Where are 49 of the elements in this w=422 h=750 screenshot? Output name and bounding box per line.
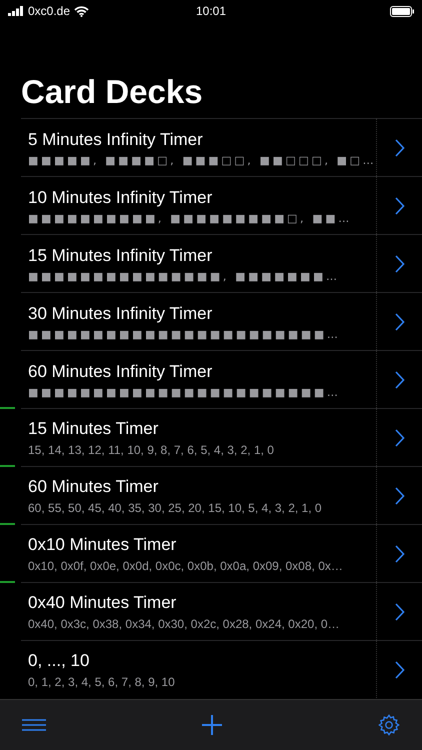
menu-icon[interactable] <box>22 719 46 731</box>
deck-name: 30 Minutes Infinity Timer <box>28 302 214 324</box>
signal-icon <box>8 6 24 16</box>
chevron-icon[interactable] <box>392 658 406 680</box>
deck-row[interactable]: 0, ..., 10 0, 1, 2, 3, 4, 5, 6, 7, 8, 9, 10 <box>21 640 376 698</box>
settings-icon[interactable] <box>378 714 400 736</box>
chevron-icon[interactable] <box>392 426 406 448</box>
chevron-icon[interactable] <box>392 600 406 622</box>
deck-preview: 0x10, 0x0f, 0x0e, 0x0d, 0x0c, 0x0b, 0x0a, 0x09, 0x08, 0x… <box>28 559 344 573</box>
deck-name: 10 Minutes Infinity Timer <box>28 186 214 208</box>
deck-row[interactable]: 15 Minutes Timer 15, 14, 13, 12, 11, 10, 9, 8, 7, 6, 5, 4, 3, 2, 1, 0 <box>21 408 376 466</box>
chevron-icon[interactable] <box>392 368 406 390</box>
deck-preview: ■■■■■■■■■■, ■■■■■■■■■□, ■■… <box>28 212 353 224</box>
chevron-icon[interactable] <box>392 542 406 564</box>
deck-row[interactable]: 0x40 Minutes Timer 0x40, 0x3c, 0x38, 0x34, 0x30, 0x2c, 0x28, 0x24, 0x20, 0… <box>21 582 376 640</box>
deck-preview: ■■■■■■■■■■■■■■■■■■■■■■■… <box>28 386 342 398</box>
deck-name: 0x40 Minutes Timer <box>28 592 178 613</box>
deck-row[interactable]: 60 Minutes Infinity Timer ■■■■■■■■■■■■■■■■■■■■■■■… <box>21 350 376 408</box>
deck-preview: 0, 1, 2, 3, 4, 5, 6, 7, 8, 9, 10 <box>28 675 176 689</box>
chevron-icon[interactable] <box>392 252 406 274</box>
chevron-icon[interactable] <box>392 136 406 158</box>
deck-preview: ■■■■■■■■■■■■■■■■■■■■■■■… <box>28 328 342 340</box>
deck-row[interactable]: 30 Minutes Infinity Timer ■■■■■■■■■■■■■■■■■■■■■■■… <box>21 292 376 350</box>
carrier-name: 0xc0.de <box>28 4 70 18</box>
battery-icon <box>390 6 414 16</box>
deck-row[interactable]: 0x10 Minutes Timer 0x10, 0x0f, 0x0e, 0x0d, 0x0c, 0x0b, 0x0a, 0x09, 0x08, 0x… <box>21 524 376 582</box>
add-icon[interactable] <box>201 714 223 736</box>
deck-name: 15 Minutes Infinity Timer <box>28 244 214 266</box>
deck-row[interactable]: 5 Minutes Infinity Timer ■■■■■, ■■■■□, ■■■□□, ■■□□□, ■□… <box>21 118 376 176</box>
deck-name: 15 Minutes Timer <box>28 418 160 439</box>
deck-preview: ■■■■■, ■■■■□, ■■■□□, ■■□□□, ■□… <box>28 154 376 166</box>
deck-name: 60 Minutes Infinity Timer <box>28 360 214 382</box>
chevron-icon[interactable] <box>392 194 406 216</box>
deck-preview: 0x40, 0x3c, 0x38, 0x34, 0x30, 0x2c, 0x28, 0x24, 0x20, 0… <box>28 617 341 631</box>
page-title: Card Decks <box>21 72 204 112</box>
deck-row[interactable]: 10 Minutes Infinity Timer ■■■■■■■■■■, ■■■■■■■■■□, ■■… <box>21 176 376 234</box>
deck-name: 0x10 Minutes Timer <box>28 534 178 555</box>
deck-row[interactable]: 15 Minutes Infinity Timer ■■■■■■■■■■■■■■■, ■■■■■■■… <box>21 234 376 292</box>
deck-preview: 60, 55, 50, 45, 40, 35, 30, 25, 20, 15, 10, 5, 4, 3, 2, 1, 0 <box>28 501 323 515</box>
chevron-icon[interactable] <box>392 484 406 506</box>
deck-name: 5 Minutes Infinity Timer <box>28 128 204 150</box>
status-time: 10:01 <box>196 4 226 18</box>
chevron-icon[interactable] <box>392 310 406 332</box>
deck-row[interactable]: 60 Minutes Timer 60, 55, 50, 45, 40, 35, 30, 25, 20, 15, 10, 5, 4, 3, 2, 1, 0 <box>21 466 376 524</box>
deck-name: 0, ..., 10 <box>28 650 90 671</box>
wifi-icon <box>74 6 90 16</box>
deck-name: 60 Minutes Timer <box>28 476 160 497</box>
deck-preview: 15, 14, 13, 12, 11, 10, 9, 8, 7, 6, 5, 4, 3, 2, 1, 0 <box>28 443 275 457</box>
deck-preview: ■■■■■■■■■■■■■■■, ■■■■■■■… <box>28 270 341 282</box>
